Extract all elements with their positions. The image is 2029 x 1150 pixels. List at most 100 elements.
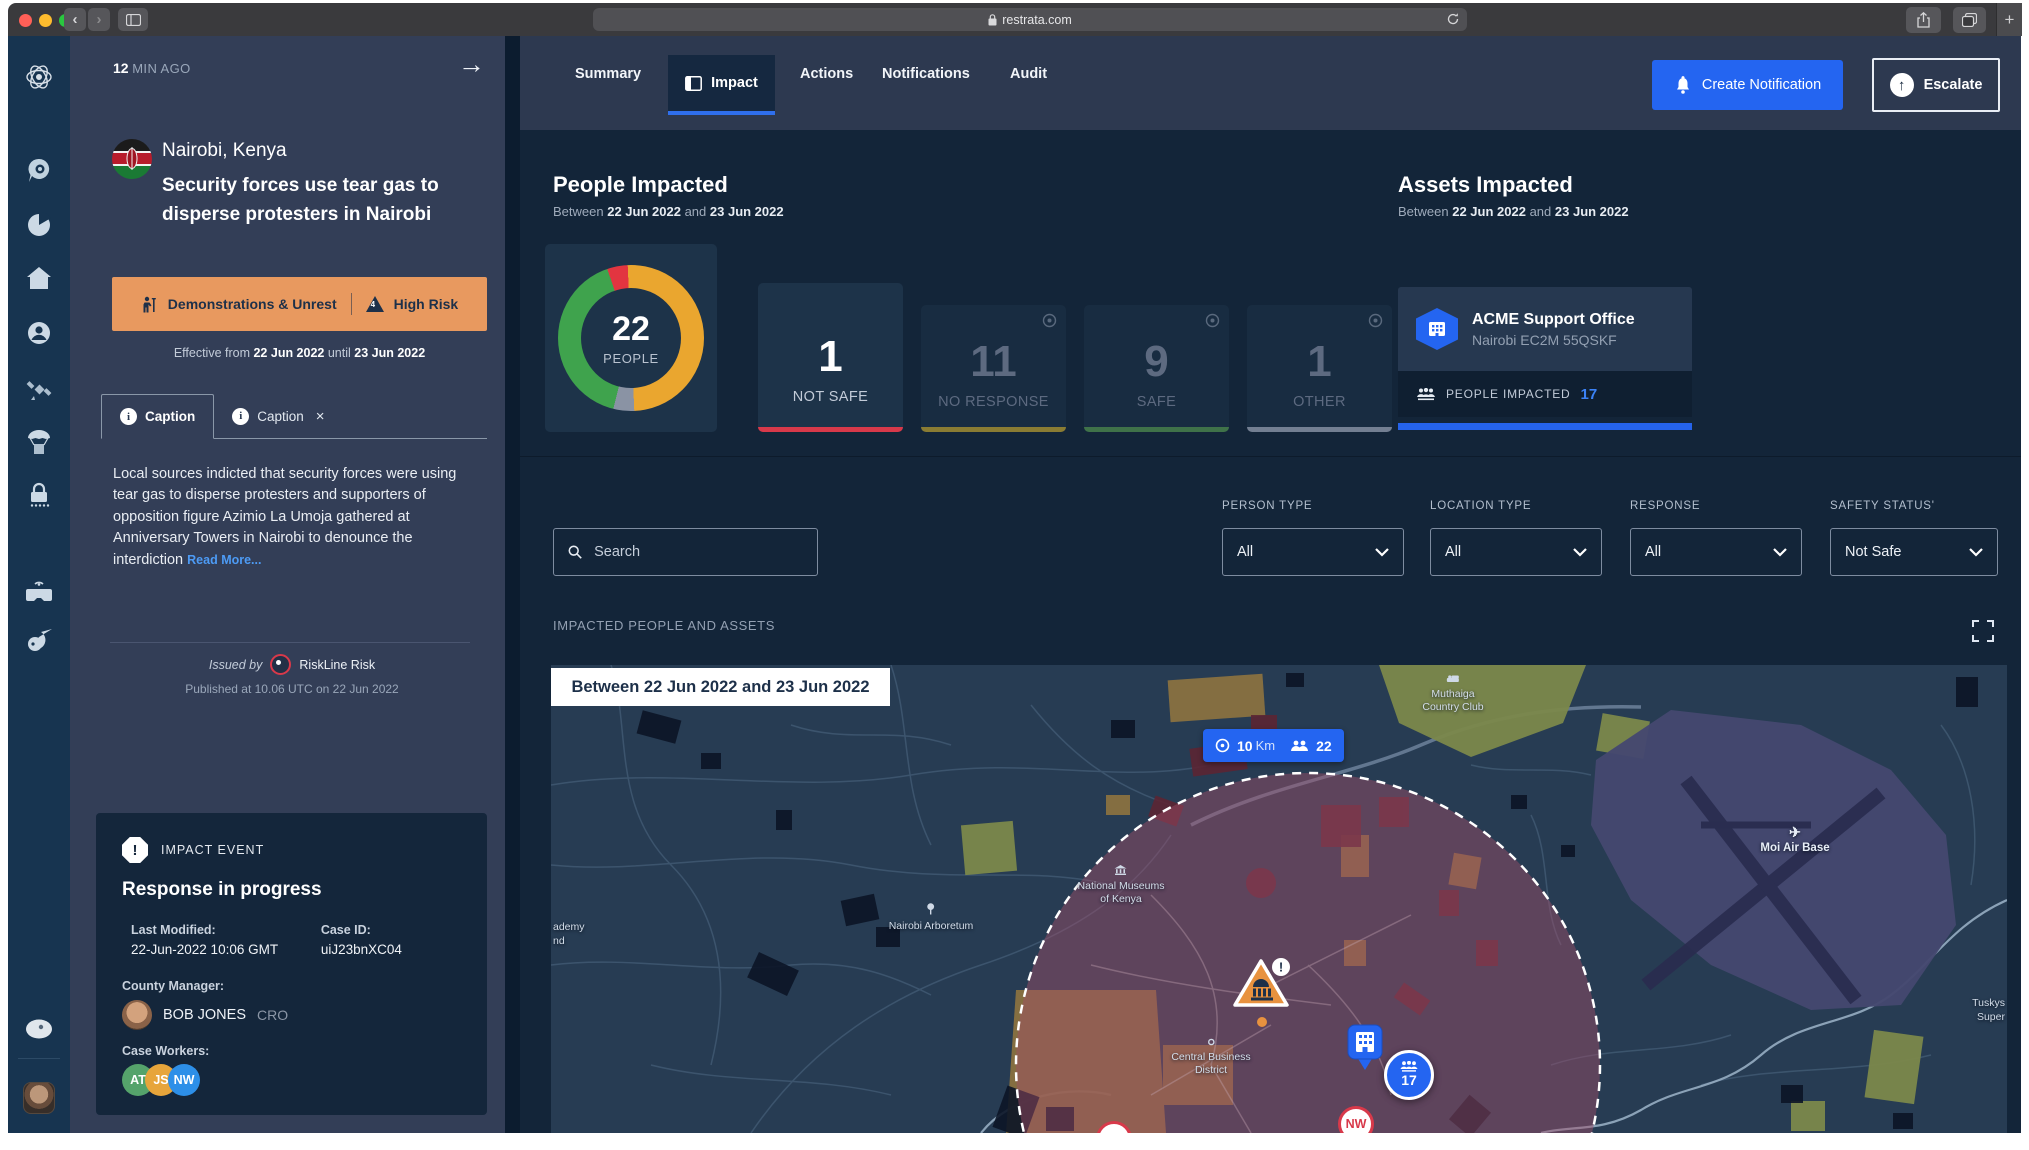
map-label-muthaiga: MuthaigaCountry Club	[1422, 673, 1483, 715]
impact-map[interactable]: Between 22 Jun 2022 and 23 Jun 2022 10 K…	[551, 665, 2007, 1133]
tab-actions[interactable]: Actions	[800, 66, 853, 82]
stat-not-safe[interactable]: 1 NOT SAFE	[758, 283, 903, 432]
forward-button[interactable]: ›	[88, 8, 110, 31]
stat-other[interactable]: 1 OTHER	[1247, 305, 1392, 432]
collapse-panel-button[interactable]: →	[458, 49, 485, 80]
map-label-arboretum: Nairobi Arboretum	[889, 903, 974, 933]
select-person-type[interactable]: All	[1222, 528, 1404, 576]
screen: ‹ › restrata.com +	[0, 0, 2029, 1150]
escalate-label: Escalate	[1924, 77, 1983, 93]
read-more-link[interactable]: Read More...	[187, 553, 261, 567]
info-icon: i	[120, 408, 137, 425]
tab-impact[interactable]: Impact	[668, 55, 775, 115]
back-button[interactable]: ‹	[64, 8, 86, 31]
district-dot-icon	[1207, 1038, 1215, 1046]
watch-eye-icon[interactable]	[8, 1018, 70, 1040]
tab-summary[interactable]: Summary	[575, 66, 641, 82]
map-label-airbase: ✈ Moi Air Base	[1760, 823, 1829, 856]
event-age-unit: MIN AGO	[132, 61, 190, 76]
select-value: Not Safe	[1845, 544, 1901, 560]
traffic-minimize-button[interactable]	[39, 14, 52, 27]
event-title: Security forces use tear gas to disperse…	[162, 172, 477, 229]
effective-to: 23 Jun 2022	[354, 346, 425, 360]
select-value: All	[1645, 544, 1661, 560]
comet-icon[interactable]	[8, 628, 70, 654]
new-tab-button[interactable]: +	[1996, 3, 2022, 36]
plus-icon: +	[2005, 10, 2015, 30]
create-notification-button[interactable]: Create Notification	[1652, 60, 1843, 110]
tabs-overview-button[interactable]	[1953, 7, 1986, 33]
risk-level: High Risk	[394, 296, 459, 312]
asset-map-pin[interactable]	[1346, 1023, 1384, 1076]
map-label-museums: National Museumsof Kenya	[1078, 865, 1165, 907]
share-button[interactable]	[1906, 7, 1941, 33]
issuer-name: RiskLine Risk	[299, 658, 375, 672]
nav-rail	[8, 36, 70, 1133]
asset-card[interactable]: ACME Support Office Nairobi EC2M 55QSKF …	[1398, 287, 1692, 430]
escalate-button[interactable]: ↑ Escalate	[1872, 58, 2000, 112]
visibility-icon[interactable]	[1205, 313, 1220, 333]
security-lock-icon[interactable]	[8, 482, 70, 508]
workers-row: AT JS NW	[122, 1064, 461, 1098]
badge-divider	[351, 293, 352, 315]
back-icon: ‹	[73, 11, 78, 28]
museum-poi-icon	[1115, 865, 1127, 875]
location-pin-icon[interactable]	[8, 158, 70, 184]
panel-divider	[110, 642, 470, 643]
tab-audit[interactable]: Audit	[1010, 66, 1047, 82]
share-icon	[1917, 12, 1930, 28]
impact-event-label: IMPACT EVENT	[161, 843, 264, 857]
coverage-pie-icon[interactable]	[8, 212, 70, 238]
visibility-icon[interactable]	[1042, 313, 1057, 333]
filter-label-safety-status: SAFETY STATUS'	[1830, 500, 1935, 512]
person-monitor-icon[interactable]	[8, 320, 70, 346]
home-icon[interactable]	[8, 266, 70, 290]
event-panel: 12 MIN AGO → Nairobi, Kenya Security for…	[70, 36, 505, 1133]
select-response[interactable]: All	[1630, 528, 1802, 576]
search-input[interactable]	[592, 543, 803, 561]
asset-people-badge[interactable]: 17	[1384, 1050, 1434, 1100]
tab-notifications[interactable]: Notifications	[882, 66, 970, 82]
asset-impact-row: PEOPLE IMPACTED 17	[1398, 371, 1692, 417]
map-label-tuskys: TuskysSuper	[1972, 997, 2005, 1024]
traffic-close-button[interactable]	[19, 14, 32, 27]
arrow-right-icon: →	[458, 49, 485, 79]
case-id-label: Case ID:	[321, 923, 402, 937]
last-modified-label: Last Modified:	[131, 923, 321, 937]
airdrop-supply-icon[interactable]	[8, 428, 70, 456]
reload-button[interactable]	[1446, 12, 1460, 29]
manager-avatar	[122, 1000, 152, 1030]
user-avatar[interactable]	[8, 1082, 70, 1114]
select-safety-status[interactable]: Not Safe	[1830, 528, 1998, 576]
chevron-down-icon	[1773, 548, 1787, 557]
url-bar[interactable]: restrata.com	[593, 8, 1467, 31]
vr-headset-icon[interactable]	[8, 581, 70, 603]
map-section-title: IMPACTED PEOPLE AND ASSETS	[553, 618, 775, 633]
sidebar-icon	[126, 14, 141, 26]
stat-value: 9	[1084, 340, 1229, 384]
people-impacted-title: People Impacted	[553, 172, 728, 198]
bell-plus-icon	[1674, 76, 1692, 95]
visibility-icon[interactable]	[1368, 313, 1383, 333]
close-tab-icon[interactable]: ×	[316, 408, 325, 425]
satellite-icon[interactable]	[8, 376, 70, 402]
map-label-fragment: ademynd	[553, 921, 585, 948]
search-box[interactable]	[553, 528, 818, 576]
section-divider	[520, 456, 2021, 457]
select-location-type[interactable]: All	[1430, 528, 1602, 576]
search-icon	[568, 544, 582, 560]
caption-tab-label: Caption	[145, 409, 195, 424]
stat-safe[interactable]: 9 SAFE	[1084, 305, 1229, 432]
caption-tab-active[interactable]: i Caption	[101, 394, 214, 439]
protest-icon	[141, 296, 158, 313]
radius-pill[interactable]: 10 Km 22	[1203, 729, 1344, 762]
risk-level-icon: 4	[366, 296, 384, 312]
brand-logo-icon[interactable]	[8, 62, 70, 92]
fullscreen-button[interactable]	[1972, 620, 1994, 647]
caption-tab-2[interactable]: i Caption ×	[214, 394, 342, 438]
stat-no-response[interactable]: 11 NO RESPONSE	[921, 305, 1066, 432]
effective-from: 22 Jun 2022	[253, 346, 324, 360]
event-marker[interactable]: !	[1231, 955, 1295, 1020]
sidebar-toggle-button[interactable]	[118, 8, 148, 31]
assets-impacted-title: Assets Impacted	[1398, 172, 1573, 198]
